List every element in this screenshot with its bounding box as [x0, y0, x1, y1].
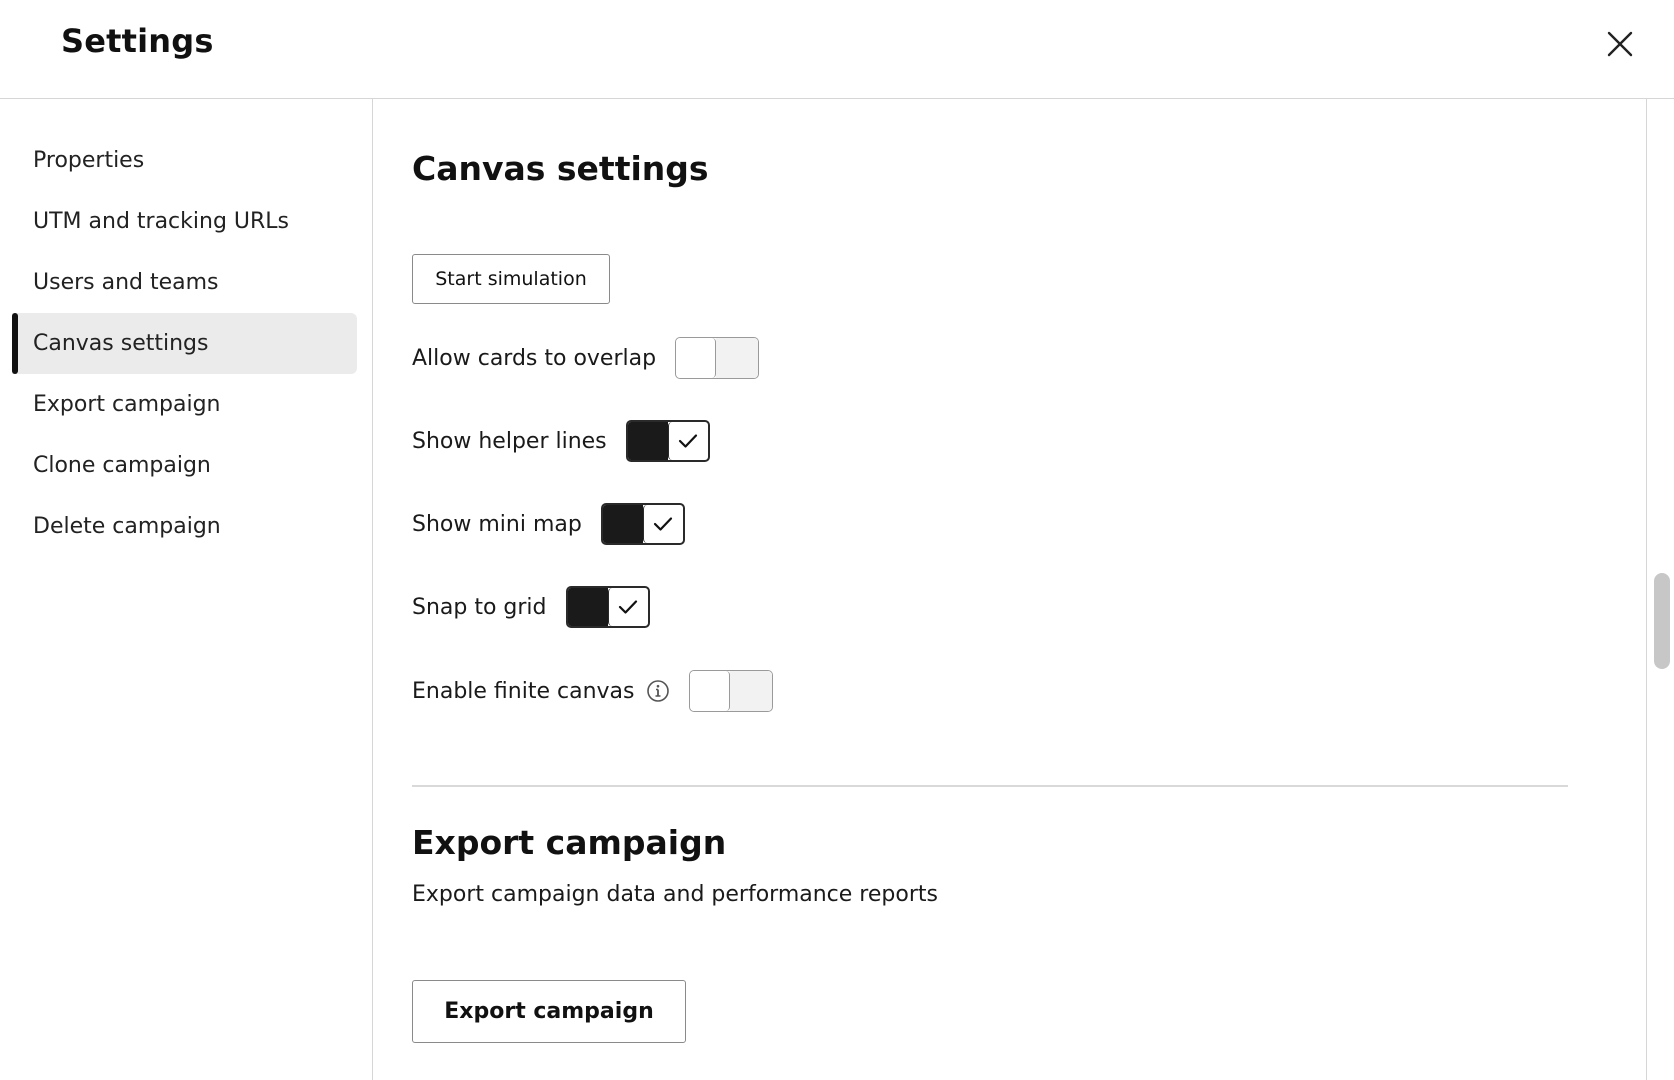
sidebar-item-label: Properties: [33, 148, 145, 173]
allow-cards-overlap-toggle[interactable]: [675, 337, 760, 379]
scrollbar-thumb[interactable]: [1654, 573, 1670, 669]
sidebar-item-label: Canvas settings: [33, 331, 209, 356]
toggle-knob: [667, 422, 708, 460]
toggle-knob: [607, 588, 648, 626]
sidebar-item-clone-campaign[interactable]: Clone campaign: [12, 435, 357, 496]
toggle-track: [730, 671, 773, 711]
toggle-track: [567, 588, 608, 626]
sidebar-item-label: Export campaign: [33, 392, 221, 417]
option-show-mini-map: Show mini map: [412, 503, 685, 545]
sidebar-item-properties[interactable]: Properties: [12, 130, 357, 191]
option-snap-to-grid: Snap to grid: [412, 586, 650, 628]
option-label: Allow cards to overlap: [412, 345, 657, 371]
option-enable-finite-canvas: Enable finite canvas: [412, 670, 774, 712]
enable-finite-canvas-toggle[interactable]: [689, 670, 774, 712]
sidebar-item-canvas-settings[interactable]: Canvas settings: [12, 313, 357, 374]
show-mini-map-toggle[interactable]: [600, 503, 685, 545]
toggle-track: [627, 422, 668, 460]
export-campaign-button[interactable]: Export campaign: [412, 980, 686, 1043]
option-label: Snap to grid: [412, 594, 547, 620]
option-label: Show mini map: [412, 511, 582, 537]
toggle-knob: [642, 505, 683, 543]
sidebar-item-export-campaign[interactable]: Export campaign: [12, 374, 357, 435]
toggle-knob: [676, 338, 717, 378]
close-icon: [1607, 31, 1633, 57]
section-divider: [412, 785, 1568, 787]
toggle-track: [716, 338, 759, 378]
option-label: Enable finite canvas: [412, 678, 635, 704]
sidebar-item-label: Clone campaign: [33, 453, 211, 478]
page-title: Settings: [61, 22, 214, 60]
toggle-track: [602, 505, 643, 543]
sidebar-item-delete-campaign[interactable]: Delete campaign: [12, 496, 357, 557]
info-icon[interactable]: [646, 679, 670, 703]
check-icon: [679, 434, 698, 448]
check-icon: [654, 517, 673, 531]
toggle-knob: [690, 671, 731, 711]
settings-sidebar: Properties UTM and tracking URLs Users a…: [0, 99, 373, 1080]
snap-to-grid-toggle[interactable]: [565, 586, 650, 628]
settings-header: Settings: [0, 0, 1674, 99]
check-icon: [618, 600, 638, 614]
canvas-settings-title: Canvas settings: [412, 149, 709, 188]
start-simulation-button[interactable]: Start simulation: [412, 254, 610, 304]
option-label: Show helper lines: [412, 428, 607, 454]
close-button[interactable]: [1602, 26, 1638, 62]
content-scrollbar[interactable]: [1646, 99, 1674, 1080]
sidebar-item-label: UTM and tracking URLs: [33, 209, 290, 234]
option-allow-cards-overlap: Allow cards to overlap: [412, 337, 760, 379]
sidebar-item-utm-tracking-urls[interactable]: UTM and tracking URLs: [12, 191, 357, 252]
settings-content: Canvas settings Start simulation Allow c…: [374, 99, 1646, 1080]
sidebar-item-label: Delete campaign: [33, 514, 221, 539]
sidebar-item-label: Users and teams: [33, 270, 219, 295]
export-campaign-description: Export campaign data and performance rep…: [412, 882, 938, 907]
sidebar-item-users-teams[interactable]: Users and teams: [12, 252, 357, 313]
export-campaign-title: Export campaign: [412, 823, 727, 862]
show-helper-lines-toggle[interactable]: [625, 420, 710, 462]
option-show-helper-lines: Show helper lines: [412, 420, 710, 462]
